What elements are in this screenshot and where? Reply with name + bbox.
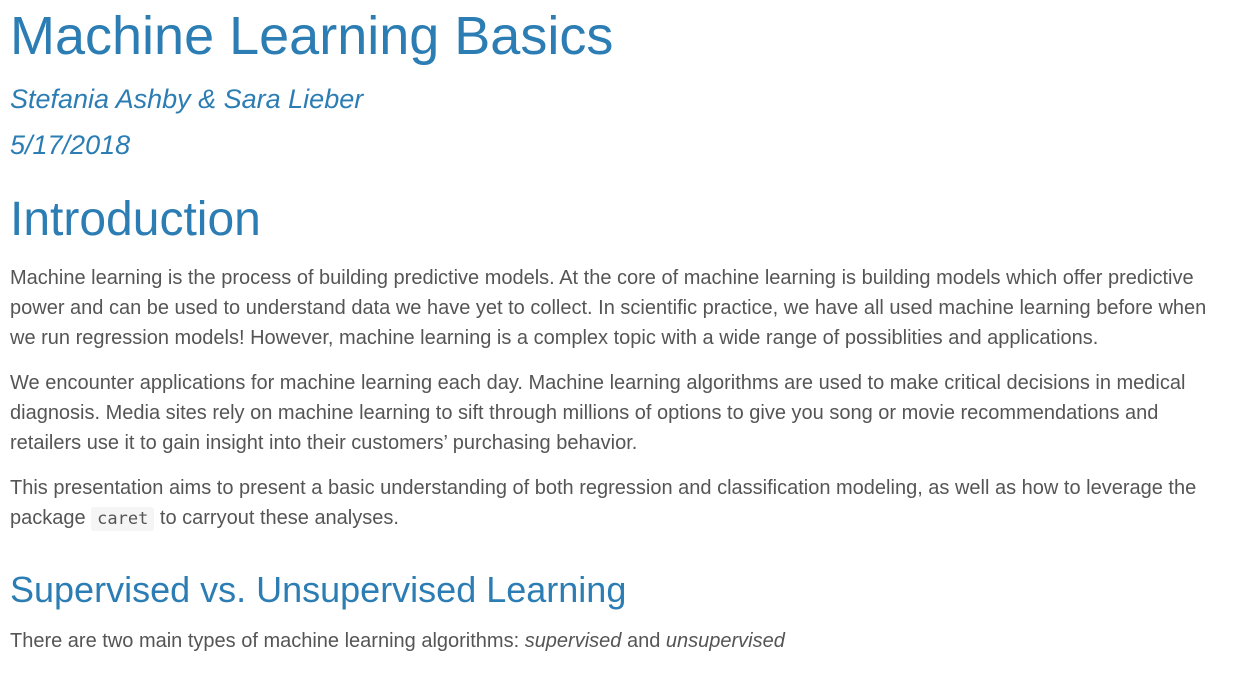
- supervised-paragraph: There are two main types of machine lear…: [10, 626, 1227, 656]
- document-page: Machine Learning Basics Stefania Ashby &…: [0, 0, 1237, 656]
- term-supervised: supervised: [524, 630, 622, 652]
- intro-paragraph-1: Machine learning is the process of build…: [10, 267, 1207, 349]
- section-heading-introduction: Introduction: [10, 193, 261, 246]
- supervised-text-middle: and: [621, 630, 666, 652]
- document-author: Stefania Ashby & Sara Lieber: [10, 84, 364, 114]
- supervised-text-before: There are two main types of machine lear…: [10, 630, 525, 652]
- inline-code-caret: caret: [91, 507, 155, 531]
- term-unsupervised: unsupervised: [665, 630, 785, 652]
- intro-paragraph-2: We encounter applications for machine le…: [10, 372, 1186, 454]
- document-date: 5/17/2018: [10, 130, 131, 160]
- intro-paragraph-3: This presentation aims to present a basi…: [10, 473, 1227, 534]
- section-heading-supervised-vs-unsupervised: Supervised vs. Unsupervised Learning: [10, 569, 627, 610]
- intro-paragraph-3-text-after: to carryout these analyses.: [154, 507, 399, 529]
- document-title: Machine Learning Basics: [10, 6, 614, 66]
